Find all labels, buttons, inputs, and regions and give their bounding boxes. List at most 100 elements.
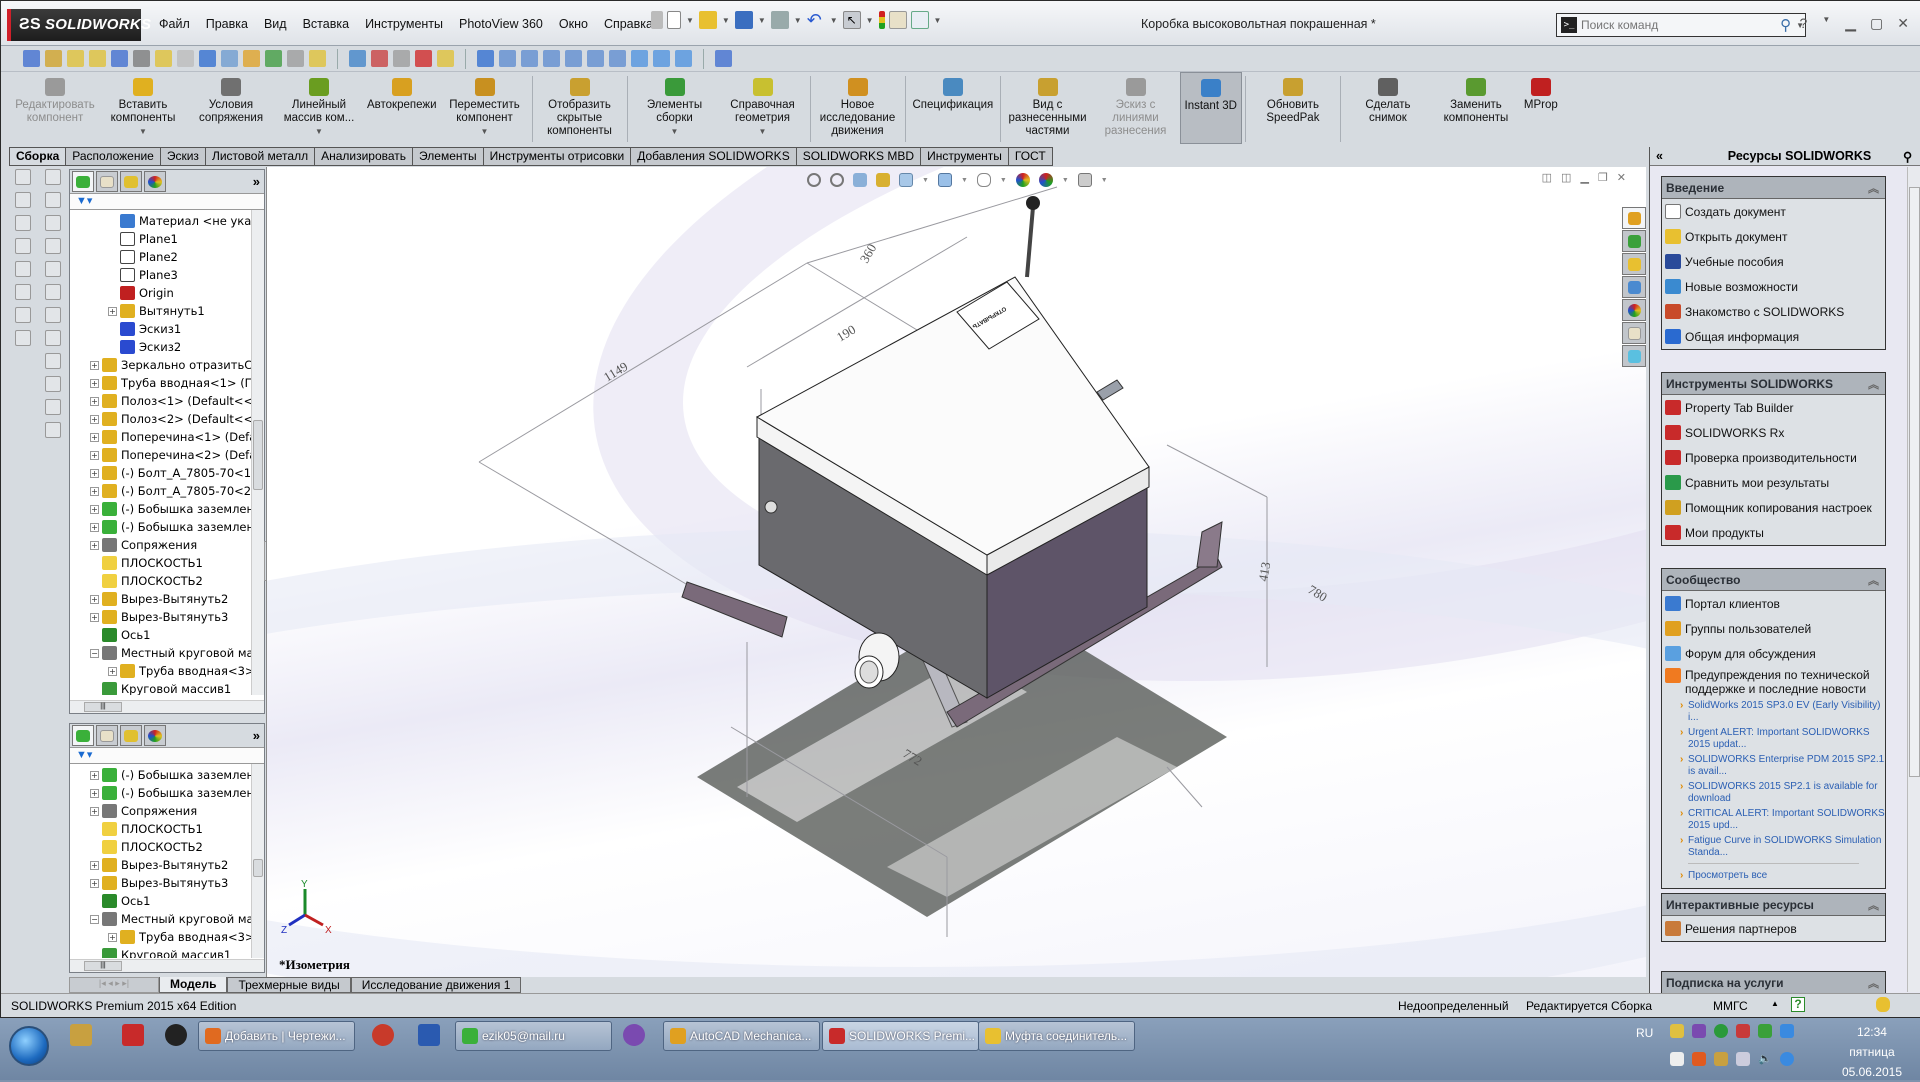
tree-node[interactable]: + Зеркально отразитьС xyxy=(70,356,264,374)
dimension-label[interactable]: 190 xyxy=(834,322,858,345)
tree-node[interactable]: + Поперечина<2> (Defa xyxy=(70,446,264,464)
task-pane-link[interactable]: Учебные пособия xyxy=(1662,249,1885,274)
box-icon[interactable] xyxy=(45,215,61,231)
chevron-down-icon[interactable]: ▼ xyxy=(671,125,679,138)
search-icon[interactable]: ⚲ xyxy=(1780,16,1791,34)
tree-scrollbar-vertical[interactable] xyxy=(251,764,264,958)
pin-icon[interactable] xyxy=(651,11,663,29)
help-icon[interactable]: ? xyxy=(1800,15,1808,32)
tab-4[interactable]: Анализировать xyxy=(315,147,414,166)
cmd-assembly-features-button[interactable]: Элементы сборки ▼ xyxy=(631,72,719,144)
tree-node[interactable]: + Вытянуть1 xyxy=(70,302,264,320)
tray-devices-icon[interactable] xyxy=(1670,1052,1684,1066)
scrollbar-thumb[interactable] xyxy=(1909,187,1920,777)
tab-feature-tree[interactable] xyxy=(72,725,94,746)
rebuild-traffic-light-icon[interactable] xyxy=(878,11,885,29)
box-icon[interactable] xyxy=(45,238,61,254)
print-icon[interactable] xyxy=(770,11,789,29)
tree-node[interactable]: ПЛОСКОСТЬ2 xyxy=(70,838,264,856)
model-tab-2[interactable]: Исследование движения 1 xyxy=(350,977,522,993)
scrollbar-thumb[interactable] xyxy=(253,420,263,490)
tree-node[interactable]: Plane2 xyxy=(70,248,264,266)
tree-node[interactable]: + Сопряжения xyxy=(70,536,264,554)
chevron-down-icon[interactable]: ▼ xyxy=(794,16,802,25)
box-icon[interactable] xyxy=(45,261,61,277)
expand-icon[interactable]: + xyxy=(90,806,99,816)
view-back-icon[interactable] xyxy=(521,50,538,67)
menu-2[interactable]: Вид xyxy=(256,15,295,33)
tree-filter[interactable]: ▼▾ xyxy=(70,748,264,764)
tray-mathcad-icon[interactable] xyxy=(1714,1052,1728,1066)
open-icon[interactable] xyxy=(15,215,31,231)
tree-scrollbar-horizontal[interactable]: ||| xyxy=(70,700,264,713)
tree-node[interactable]: + (-) Бобышка заземлен xyxy=(70,766,264,784)
view-top-icon[interactable] xyxy=(587,50,604,67)
cmd-replace-components-button[interactable]: Заменить компоненты xyxy=(1432,72,1520,144)
box-icon[interactable] xyxy=(45,307,61,323)
collapse-icon[interactable]: − xyxy=(90,914,99,924)
group-header[interactable]: Подписка на услуги ︽ xyxy=(1662,972,1885,994)
tab-appearances[interactable] xyxy=(1622,299,1646,321)
sketch-icon[interactable] xyxy=(45,330,61,346)
tab-6[interactable]: Инструменты отрисовки xyxy=(483,147,632,166)
tree-node[interactable]: + (-) Болт_А_7805-70<2> xyxy=(70,482,264,500)
tree-node[interactable]: ПЛОСКОСТЬ1 xyxy=(70,820,264,838)
tab-forum[interactable] xyxy=(1622,345,1646,367)
task-pane-link[interactable]: Знакомство с SOLIDWORKS xyxy=(1662,299,1885,324)
copy-icon[interactable] xyxy=(287,50,304,67)
tab-0[interactable]: Сборка xyxy=(9,147,67,166)
tab-configuration-manager[interactable] xyxy=(120,725,142,746)
tree-node[interactable]: + Вырез-Вытянуть2 xyxy=(70,590,264,608)
taskbar-button[interactable]: AutoCAD Mechanica... xyxy=(663,1021,820,1051)
expand-icon[interactable]: + xyxy=(90,360,99,370)
expand-icon[interactable]: + xyxy=(90,860,99,870)
tab-10[interactable]: ГОСТ xyxy=(1008,147,1053,166)
task-pane-link[interactable]: Создать документ xyxy=(1662,199,1885,224)
expand-icon[interactable]: + xyxy=(90,612,99,622)
cmd-speedpak-button[interactable]: Обновить SpeedPak xyxy=(1249,72,1337,144)
tab-3[interactable]: Листовой металл xyxy=(205,147,316,166)
tab-7[interactable]: Добавления SOLIDWORKS xyxy=(631,147,797,166)
tab-design-library[interactable] xyxy=(1622,230,1646,252)
cmd-reference-geometry-button[interactable]: Справочная геометрия ▼ xyxy=(719,72,807,144)
tab-display-manager[interactable] xyxy=(144,725,166,746)
taskbar-button[interactable]: Добавить | Чертежи... xyxy=(198,1021,355,1051)
expand-icon[interactable]: + xyxy=(90,396,99,406)
view-all-link[interactable]: Просмотреть все xyxy=(1662,870,1885,882)
viber-icon[interactable] xyxy=(623,1024,645,1046)
tree-node[interactable]: Эскиз2 xyxy=(70,338,264,356)
menu-5[interactable]: PhotoView 360 xyxy=(451,15,551,33)
taskbar-button[interactable]: SOLIDWORKS Premi... xyxy=(822,1021,979,1051)
new-document-icon[interactable] xyxy=(667,11,681,29)
view-right-icon[interactable] xyxy=(565,50,582,67)
license-tag-icon[interactable] xyxy=(1876,997,1890,1012)
tray-app-icon[interactable] xyxy=(1780,1024,1794,1038)
view-icon[interactable] xyxy=(45,169,61,185)
cmd-show-hidden-button[interactable]: Отобразить скрытые компоненты xyxy=(536,72,624,144)
news-link[interactable]: SOLIDWORKS Enterprise PDM 2015 SP2.1 is … xyxy=(1662,754,1885,778)
expand-icon[interactable]: + xyxy=(90,878,99,888)
expand-icon[interactable]: + xyxy=(90,594,99,604)
open-icon[interactable] xyxy=(698,11,717,29)
cmd-explode-line-sketch-button[interactable]: Эскиз с линиями разнесения xyxy=(1092,72,1180,144)
language-indicator[interactable]: RU xyxy=(1636,1026,1653,1040)
add-sketch-icon[interactable] xyxy=(45,353,61,369)
sphere-icon[interactable] xyxy=(437,50,454,67)
tray-power-icon[interactable] xyxy=(1780,1052,1794,1066)
group-header[interactable]: Интерактивные ресурсы ︽ xyxy=(1662,894,1885,916)
expand-icon[interactable]: + xyxy=(90,414,99,424)
convert-icon[interactable] xyxy=(45,376,61,392)
cmd-smart-fasteners-button[interactable]: Автокрепежи xyxy=(363,72,441,144)
tree-node[interactable]: + Труба вводная<3> xyxy=(70,928,264,946)
chevron-down-icon[interactable]: ▼ xyxy=(722,16,730,25)
task-pane-link[interactable]: Портал клиентов xyxy=(1662,591,1885,616)
units-arrow-icon[interactable]: ▲ xyxy=(1771,999,1779,1008)
tree-node[interactable]: Круговой массив1 xyxy=(70,946,264,958)
cmd-motion-study-button[interactable]: Новое исследование движения xyxy=(814,72,902,144)
tab-configuration-manager[interactable] xyxy=(120,171,142,192)
close-button[interactable]: ✕ xyxy=(1897,15,1909,32)
command-search[interactable]: >_ ⚲ ▼ xyxy=(1556,13,1806,37)
dimension-label[interactable]: 360 xyxy=(857,241,880,265)
tree-node[interactable]: − Местный круговой ма xyxy=(70,910,264,928)
expand-icon[interactable]: + xyxy=(90,788,99,798)
